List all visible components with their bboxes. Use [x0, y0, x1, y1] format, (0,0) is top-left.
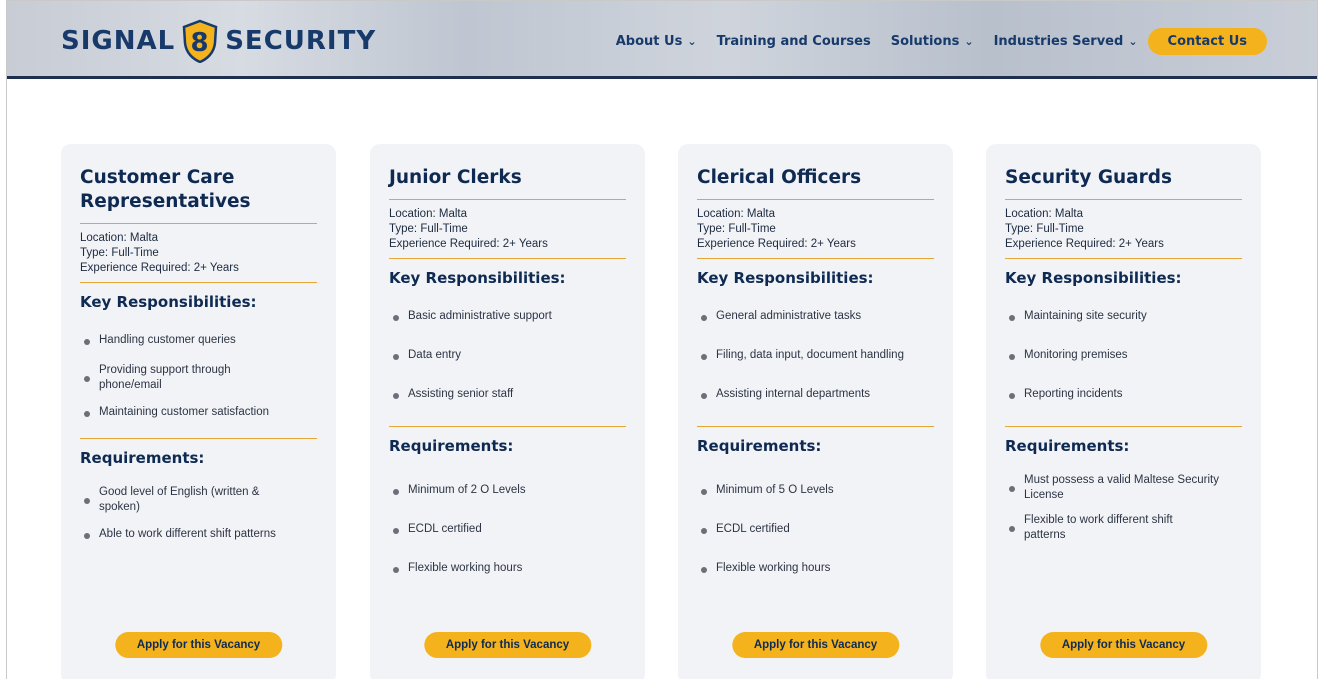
responsibilities-heading: Key Responsibilities:: [389, 269, 566, 287]
logo-text-left: SIGNAL: [61, 26, 176, 56]
list-item: Providing support through phone/email: [80, 363, 259, 393]
vacancy-title: Customer Care Representatives: [80, 166, 316, 214]
responsibilities-list: Maintaining site security Monitoring pre…: [1005, 309, 1241, 402]
responsibilities-list: General administrative tasks Filing, dat…: [697, 309, 933, 402]
list-item: Basic administrative support: [389, 309, 625, 324]
nav-training[interactable]: Training and Courses: [717, 34, 871, 49]
divider: [80, 282, 317, 283]
list-item: Monitoring premises: [1005, 348, 1241, 363]
apply-button[interactable]: Apply for this Vacancy: [731, 632, 900, 658]
nav-about-label: About Us: [615, 33, 683, 49]
responsibilities-heading: Key Responsibilities:: [1005, 269, 1182, 287]
logo-digit: 8: [191, 28, 210, 58]
divider: [389, 426, 626, 427]
vacancy-location: Location: Malta: [80, 232, 158, 244]
vacancy-meta: Location: Malta Type: Full-Time Experien…: [1005, 200, 1241, 258]
nav-industries[interactable]: Industries Served ⌄: [994, 34, 1138, 49]
browser-page: SIGNAL 8 SECURITY About Us ⌄ Training an…: [6, 0, 1318, 679]
requirements-list: Must possess a valid Maltese Security Li…: [1005, 473, 1241, 543]
vacancy-type: Type: Full-Time: [80, 247, 159, 259]
vacancy-card-junior-clerks: Junior Clerks Location: Malta Type: Full…: [370, 144, 645, 679]
vacancy-experience: Experience Required: 2+ Years: [80, 262, 239, 274]
nav-solutions[interactable]: Solutions ⌄: [891, 34, 974, 49]
list-item: Maintaining site security: [1005, 309, 1241, 324]
apply-button[interactable]: Apply for this Vacancy: [114, 632, 283, 658]
divider: [1005, 258, 1242, 259]
list-item: Reporting incidents: [1005, 387, 1241, 402]
list-item: Good level of English (written & spoken): [80, 485, 289, 515]
requirements-heading: Requirements:: [80, 449, 205, 467]
vacancy-type: Type: Full-Time: [389, 223, 468, 235]
vacancy-location: Location: Malta: [697, 208, 775, 220]
nav-solutions-label: Solutions: [890, 33, 960, 49]
vacancy-title: Junior Clerks: [389, 167, 522, 188]
list-item: Minimum of 2 O Levels: [389, 483, 625, 498]
divider: [697, 426, 934, 427]
list-item: Minimum of 5 O Levels: [697, 483, 933, 498]
list-item: Maintaining customer satisfaction: [80, 405, 316, 420]
list-item: Flexible working hours: [697, 561, 933, 576]
list-item: Handling customer queries: [80, 333, 316, 348]
list-item: Filing, data input, document handling: [697, 348, 933, 363]
responsibilities-heading: Key Responsibilities:: [80, 293, 257, 311]
divider: [1005, 426, 1242, 427]
vacancy-type: Type: Full-Time: [1005, 223, 1084, 235]
list-item: ECDL certified: [389, 522, 625, 537]
apply-button[interactable]: Apply for this Vacancy: [1039, 632, 1208, 658]
list-item: Assisting senior staff: [389, 387, 625, 402]
vacancy-location: Location: Malta: [1005, 208, 1083, 220]
vacancy-title: Clerical Officers: [697, 167, 862, 188]
list-item: Assisting internal departments: [697, 387, 933, 402]
vacancy-location: Location: Malta: [389, 208, 467, 220]
divider: [389, 258, 626, 259]
main-nav: About Us ⌄ Training and Courses Solution…: [616, 27, 1267, 55]
vacancy-meta: Location: Malta Type: Full-Time Experien…: [80, 224, 316, 282]
responsibilities-list: Handling customer queries Providing supp…: [80, 333, 316, 420]
requirements-list: Minimum of 2 O Levels ECDL certified Fle…: [389, 483, 625, 576]
vacancy-meta: Location: Malta Type: Full-Time Experien…: [389, 200, 625, 258]
list-item: Must possess a valid Maltese Security Li…: [1005, 473, 1244, 503]
responsibilities-heading: Key Responsibilities:: [697, 269, 874, 287]
list-item: Flexible working hours: [389, 561, 625, 576]
requirements-heading: Requirements:: [389, 437, 514, 455]
vacancy-card-clerical-officers: Clerical Officers Location: Malta Type: …: [678, 144, 953, 679]
vacancy-card-customer-care: Customer Care Representatives Location: …: [61, 144, 336, 679]
nav-training-label: Training and Courses: [716, 33, 871, 49]
apply-button[interactable]: Apply for this Vacancy: [423, 632, 592, 658]
chevron-down-icon: ⌄: [964, 34, 974, 48]
list-item: ECDL certified: [697, 522, 933, 537]
vacancy-meta: Location: Malta Type: Full-Time Experien…: [697, 200, 933, 258]
nav-about-us[interactable]: About Us ⌄: [616, 34, 697, 49]
divider: [697, 258, 934, 259]
vacancy-experience: Experience Required: 2+ Years: [1005, 238, 1164, 250]
requirements-list: Minimum of 5 O Levels ECDL certified Fle…: [697, 483, 933, 576]
list-item: Data entry: [389, 348, 625, 363]
logo-text-right: SECURITY: [225, 26, 377, 56]
vacancy-title-line1: Customer Care: [80, 167, 235, 188]
shield-badge-icon: 8: [181, 19, 219, 64]
vacancy-title-line2: Representatives: [80, 191, 251, 212]
contact-us-button[interactable]: Contact Us: [1147, 27, 1267, 55]
nav-industries-label: Industries Served: [993, 33, 1124, 49]
chevron-down-icon: ⌄: [1128, 34, 1138, 48]
vacancy-type: Type: Full-Time: [697, 223, 776, 235]
requirements-heading: Requirements:: [1005, 437, 1130, 455]
divider: [80, 438, 317, 439]
list-item: Able to work different shift patterns: [80, 527, 316, 542]
requirements-list: Good level of English (written & spoken)…: [80, 485, 316, 542]
vacancy-experience: Experience Required: 2+ Years: [389, 238, 548, 250]
vacancy-experience: Experience Required: 2+ Years: [697, 238, 856, 250]
vacancy-title: Security Guards: [1005, 167, 1173, 188]
list-item: General administrative tasks: [697, 309, 933, 324]
requirements-heading: Requirements:: [697, 437, 822, 455]
responsibilities-list: Basic administrative support Data entry …: [389, 309, 625, 402]
site-header: SIGNAL 8 SECURITY About Us ⌄ Training an…: [7, 1, 1317, 79]
list-item: Flexible to work different shift pattern…: [1005, 513, 1214, 543]
vacancy-card-security-guards: Security Guards Location: Malta Type: Fu…: [986, 144, 1261, 679]
site-logo[interactable]: SIGNAL 8 SECURITY: [61, 19, 377, 64]
chevron-down-icon: ⌄: [687, 34, 697, 48]
